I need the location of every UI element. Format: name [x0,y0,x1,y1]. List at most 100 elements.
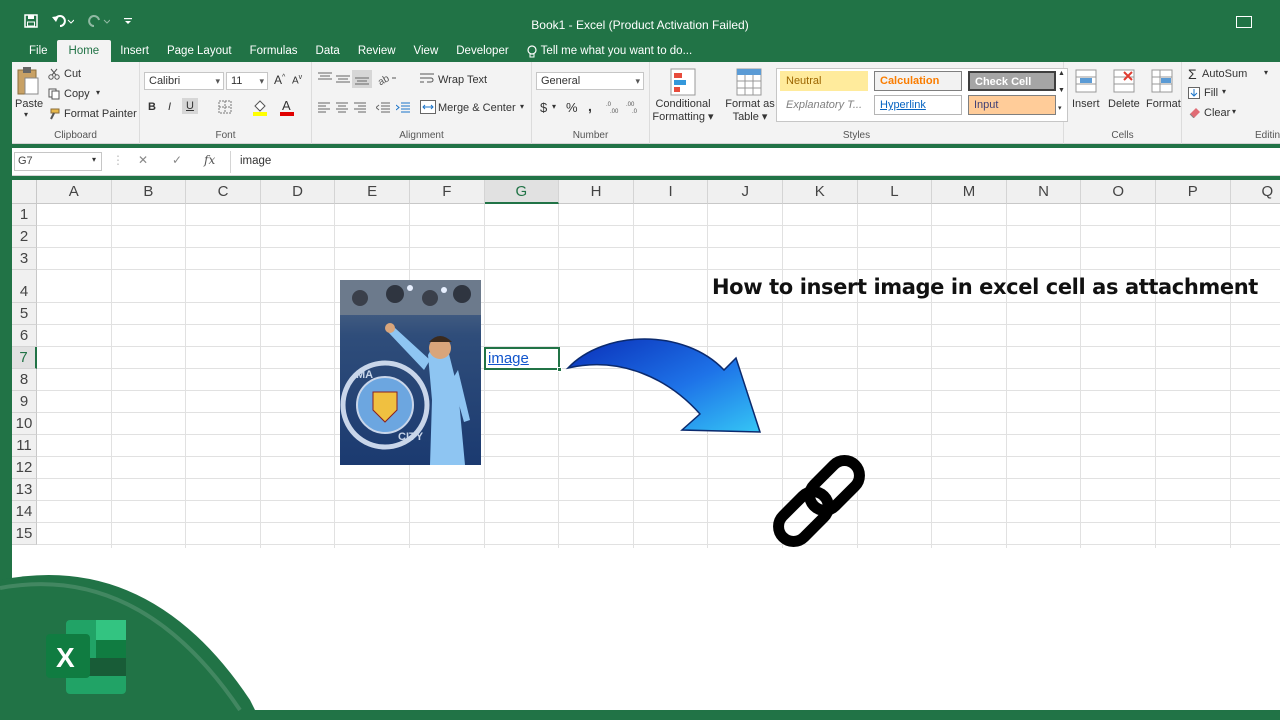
row-header-3[interactable]: 3 [12,248,37,270]
row-header-5[interactable]: 5 [12,303,37,325]
column-header-j[interactable]: J [708,180,783,204]
delete-cells-button[interactable]: Delete [1108,98,1140,110]
insert-function-icon[interactable]: fx [204,153,215,167]
increase-decimal-icon[interactable]: .0.00 [606,100,622,114]
currency-dropdown-icon[interactable]: ▾ [552,102,556,111]
number-format-select[interactable]: General [536,72,644,90]
fill-button[interactable]: Fill [1204,87,1218,99]
style-calculation[interactable]: Calculation [874,71,962,91]
style-input[interactable]: Input [968,95,1056,115]
conditional-formatting-button[interactable]: Conditional Formatting ▾ [652,98,714,123]
font-color-icon[interactable]: A [280,98,294,116]
row-header-10[interactable]: 10 [12,413,37,435]
decrease-decimal-icon[interactable]: .00.0 [626,100,642,114]
cancel-icon[interactable]: ✕ [138,153,148,167]
font-name-select[interactable]: Calibri [144,72,224,90]
underline-button[interactable]: U [182,98,198,114]
column-header-h[interactable]: H [559,180,634,204]
column-header-d[interactable]: D [260,180,336,204]
clear-button[interactable]: Clear [1204,107,1230,119]
autosum-button[interactable]: AutoSum [1202,68,1247,80]
align-middle-icon[interactable] [336,74,350,86]
row-header-15[interactable]: 15 [12,523,37,545]
column-header-k[interactable]: K [783,180,858,204]
select-all-corner[interactable] [12,180,37,204]
hyperlink-cell-text[interactable]: image [488,350,529,367]
font-size-select[interactable]: 11 [226,72,268,90]
decrease-indent-icon[interactable] [376,102,390,114]
row-header-12[interactable]: 12 [12,457,37,479]
style-explanatory[interactable]: Explanatory T... [780,95,868,115]
row-header-4[interactable]: 4 [12,270,37,303]
row-header-6[interactable]: 6 [12,325,37,347]
column-header-q[interactable]: Q [1230,180,1280,204]
column-header-m[interactable]: M [932,180,1007,204]
align-bottom-icon[interactable] [352,70,372,88]
increase-indent-icon[interactable] [396,102,410,114]
fill-handle[interactable] [557,367,562,372]
row-header-14[interactable]: 14 [12,501,37,523]
insert-cells-button[interactable]: Insert [1072,98,1100,110]
tab-file[interactable]: File [20,40,57,62]
column-header-n[interactable]: N [1006,180,1082,204]
align-center-icon[interactable] [336,102,348,114]
column-header-g[interactable]: G [484,180,560,204]
formula-input[interactable]: image [240,155,271,167]
row-header-13[interactable]: 13 [12,479,37,501]
style-neutral[interactable]: Neutral [780,71,868,91]
style-hyperlink[interactable]: Hyperlink [874,95,962,115]
styles-more-icon[interactable]: ▾ [1058,104,1062,112]
tell-me-box[interactable]: Tell me what you want to do... [518,40,702,62]
currency-button[interactable]: $ [540,100,547,115]
paste-button[interactable]: Paste [15,98,43,110]
comma-button[interactable]: , [588,98,592,114]
copy-button[interactable]: Copy [64,88,90,100]
cut-button[interactable]: Cut [64,68,81,80]
row-header-11[interactable]: 11 [12,435,37,457]
merge-center-button[interactable]: Merge & Center [438,102,516,114]
autosum-dropdown-icon[interactable]: ▾ [1264,68,1268,77]
tab-view[interactable]: View [405,40,448,62]
increase-font-icon[interactable]: A^ [274,73,285,87]
format-as-table-button[interactable]: Format as Table ▾ [722,98,778,123]
column-header-b[interactable]: B [111,180,187,204]
tab-data[interactable]: Data [307,40,349,62]
tab-page-layout[interactable]: Page Layout [158,40,241,62]
row-header-8[interactable]: 8 [12,369,37,391]
fill-dropdown-icon[interactable]: ▾ [1222,87,1226,96]
tab-formulas[interactable]: Formulas [241,40,307,62]
italic-button[interactable]: I [168,101,171,113]
percent-button[interactable]: % [566,100,578,115]
paste-dropdown-icon[interactable]: ▾ [24,110,28,119]
merge-dropdown-icon[interactable]: ▾ [520,102,524,111]
align-right-icon[interactable] [354,102,366,114]
column-header-a[interactable]: A [37,180,112,204]
style-check-cell[interactable]: Check Cell [968,71,1056,91]
inserted-picture[interactable]: MA CITY [340,280,481,465]
borders-icon[interactable] [218,100,232,114]
bold-button[interactable]: B [148,101,156,113]
row-header-2[interactable]: 2 [12,226,37,248]
name-box-dropdown-icon[interactable]: ▾ [92,155,96,164]
row-header-7[interactable]: 7 [12,347,37,369]
paste-icon[interactable] [16,66,40,96]
orientation-icon[interactable]: ab [378,72,398,86]
ribbon-display-options-icon[interactable] [1236,16,1252,28]
column-header-o[interactable]: O [1081,180,1156,204]
tab-review[interactable]: Review [349,40,405,62]
row-header-9[interactable]: 9 [12,391,37,413]
decrease-font-icon[interactable]: Av [292,74,302,86]
clear-dropdown-icon[interactable]: ▾ [1232,107,1236,116]
column-header-l[interactable]: L [857,180,933,204]
format-painter-button[interactable]: Format Painter [64,108,137,120]
copy-dropdown-icon[interactable]: ▾ [96,88,100,97]
column-header-c[interactable]: C [186,180,261,204]
format-cells-button[interactable]: Format [1146,98,1181,110]
column-header-i[interactable]: I [633,180,709,204]
tab-insert[interactable]: Insert [111,40,158,62]
tab-home[interactable]: Home [56,40,112,62]
name-box[interactable]: G7 [14,152,102,171]
column-header-f[interactable]: F [410,180,485,204]
enter-icon[interactable]: ✓ [172,153,182,167]
column-header-e[interactable]: E [335,180,410,204]
